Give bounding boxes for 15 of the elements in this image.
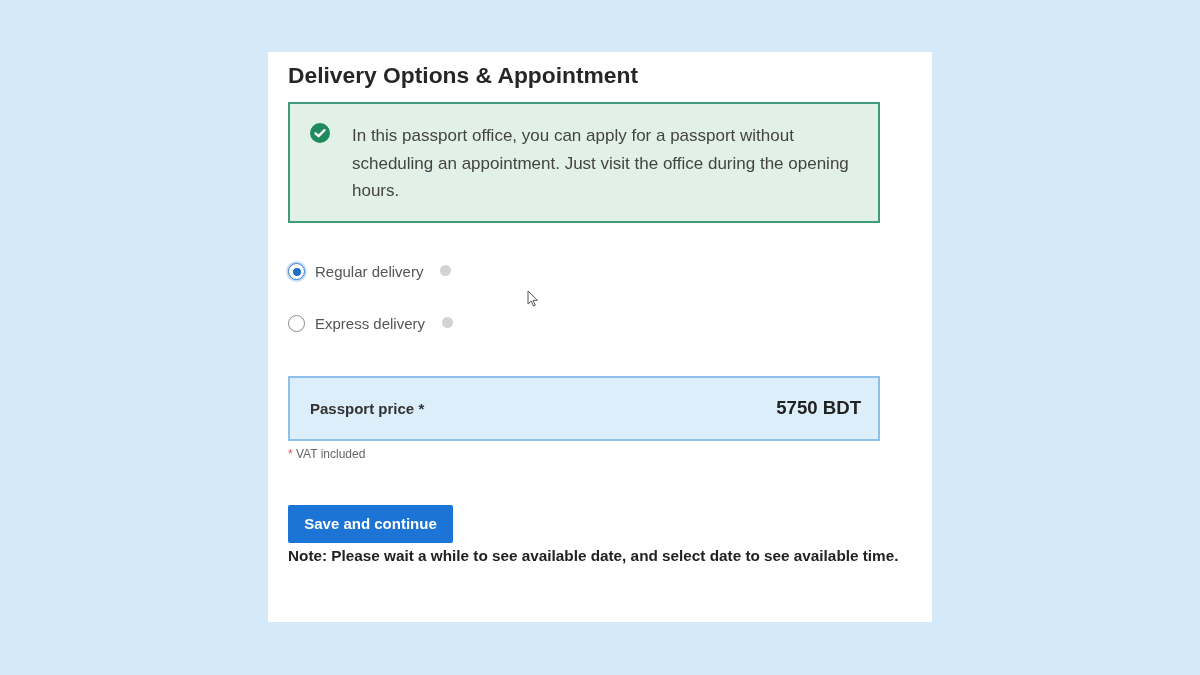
info-icon[interactable] (442, 316, 454, 328)
page-title: Delivery Options & Appointment (288, 62, 639, 88)
check-circle-icon (310, 123, 330, 143)
price-label: Passport price * (310, 399, 425, 417)
vat-footnote: * VAT included (288, 446, 367, 461)
info-icon[interactable] (440, 264, 452, 276)
cursor-icon (527, 290, 539, 307)
option-label[interactable]: Express delivery (315, 315, 426, 332)
radio-button[interactable] (288, 315, 305, 332)
save-button[interactable]: Save and continue (288, 504, 453, 543)
notice-text: In this passport office, you can apply for a passport without scheduling an appointment. Just visit the office during the opening hours. (352, 125, 850, 202)
radio-button[interactable] (288, 263, 305, 280)
note-text: Note: Please wait a while to see available date, and select date to see available time. (288, 546, 900, 565)
option-label[interactable]: Regular delivery (315, 263, 424, 280)
price-value: 5750 BDT (776, 397, 861, 419)
